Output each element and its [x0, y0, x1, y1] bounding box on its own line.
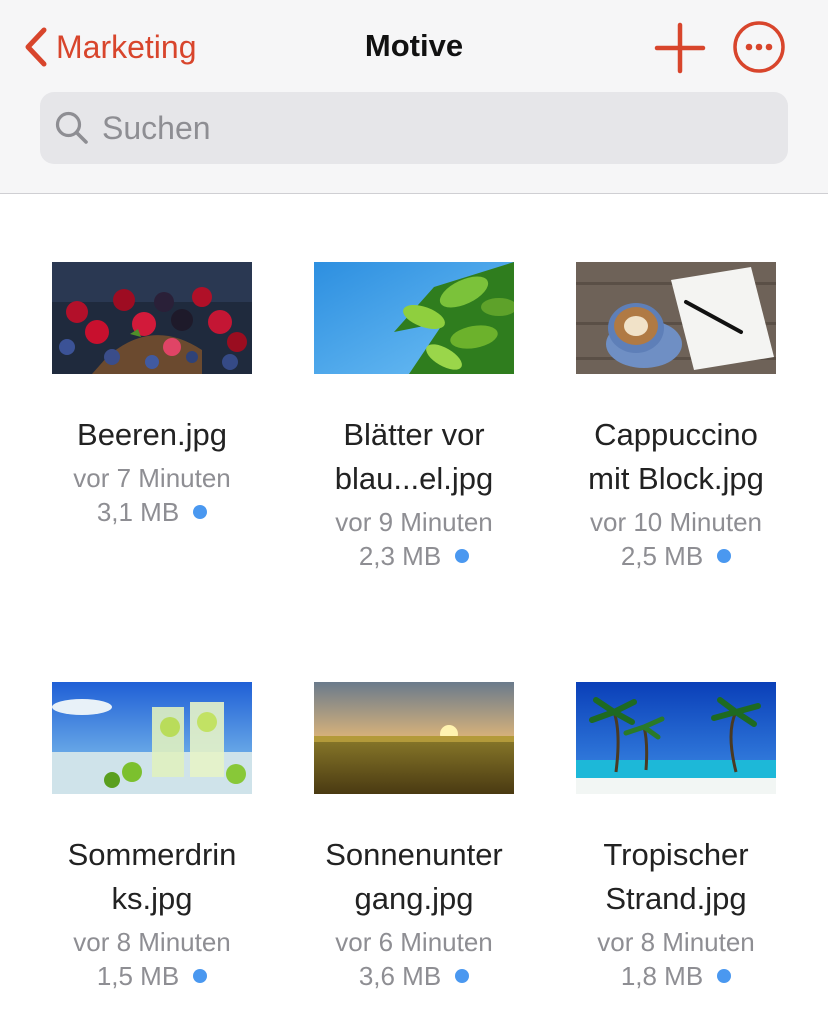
file-name-line-1: Sonnenunter	[325, 837, 503, 872]
search-icon	[55, 111, 88, 144]
back-button[interactable]: Marketing	[22, 24, 197, 70]
sunset-field-photo	[314, 682, 514, 794]
file-size: 1,5 MB	[96, 961, 180, 991]
file-name-line-2: blau...el.jpg	[334, 461, 494, 496]
file-modified: vor 9 Minuten	[335, 507, 493, 537]
file-size: 2,3 MB	[358, 541, 442, 571]
back-button-label: Marketing	[56, 28, 197, 65]
navigation-bar: Marketing Motive	[0, 0, 828, 194]
sync-status-dot	[717, 969, 732, 983]
file-modified: vor 7 Minuten	[73, 463, 231, 493]
sync-status-dot	[717, 549, 732, 563]
cappuccino-notebook-photo	[576, 262, 776, 374]
file-modified: vor 8 Minuten	[597, 927, 755, 957]
file-tile-sonnenuntergang[interactable]: Sonnenunter gang.jpg vor 6 Minuten 3,6 M…	[283, 682, 545, 1002]
chevron-left-icon	[25, 27, 47, 67]
file-size: 1,8 MB	[620, 961, 704, 991]
more-options-icon[interactable]	[732, 20, 786, 74]
file-size: 2,5 MB	[620, 541, 704, 571]
berries-photo	[52, 262, 252, 374]
search-field[interactable]	[40, 92, 788, 164]
file-modified: vor 8 Minuten	[73, 927, 231, 957]
file-tile-blaetter[interactable]: Blätter vor blau...el.jpg vor 9 Minuten …	[283, 262, 545, 582]
sync-status-dot	[193, 969, 208, 983]
file-name-line-1: Tropischer	[603, 837, 749, 872]
search-input[interactable]	[100, 108, 744, 148]
file-tile-cappuccino[interactable]: Cappuccino mit Block.jpg vor 10 Minuten …	[545, 262, 807, 582]
file-name-line-2: gang.jpg	[354, 881, 474, 916]
file-name-line-1: Blätter vor	[343, 417, 485, 452]
file-size: 3,6 MB	[358, 961, 442, 991]
file-tile-beeren[interactable]: Beeren.jpg vor 7 Minuten 3,1 MB	[21, 262, 283, 562]
file-name-line-2: Strand.jpg	[605, 881, 747, 916]
file-tile-sommerdrinks[interactable]: Sommerdrin ks.jpg vor 8 Minuten 1,5 MB	[21, 682, 283, 1002]
tropical-beach-photo	[576, 682, 776, 794]
file-name: Beeren.jpg	[77, 417, 227, 452]
file-name-line-1: Sommerdrin	[67, 837, 237, 872]
sync-status-dot	[455, 549, 470, 563]
summer-drinks-photo	[52, 682, 252, 794]
sync-status-dot	[455, 969, 470, 983]
file-name-line-1: Cappuccino	[594, 417, 758, 452]
add-icon[interactable]	[654, 22, 706, 74]
leaves-sky-photo	[314, 262, 514, 374]
file-modified: vor 10 Minuten	[590, 507, 762, 537]
sync-status-dot	[193, 505, 208, 519]
file-name-line-2: ks.jpg	[111, 881, 193, 916]
file-name-line-2: mit Block.jpg	[588, 461, 764, 496]
file-modified: vor 6 Minuten	[335, 927, 493, 957]
file-tile-tropischer-strand[interactable]: Tropischer Strand.jpg vor 8 Minuten 1,8 …	[545, 682, 807, 1002]
file-size: 3,1 MB	[96, 497, 180, 527]
